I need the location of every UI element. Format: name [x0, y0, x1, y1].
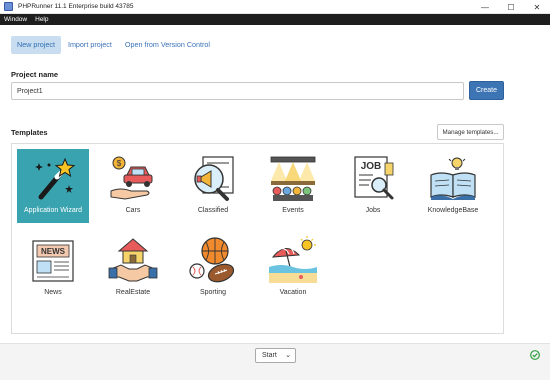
title-bar: PHPRunner 11.1 Enterprise build 43785 — …: [0, 0, 550, 14]
template-label: Classified: [197, 207, 229, 214]
template-label: Sporting: [199, 289, 227, 296]
tab-new-project[interactable]: New project: [11, 36, 61, 54]
template-realestate[interactable]: RealEstate: [97, 231, 169, 305]
magic-wand-icon: [35, 157, 76, 200]
stage-icon: [270, 156, 316, 201]
minimize-button[interactable]: —: [472, 0, 498, 14]
start-select-value: Start: [262, 352, 277, 359]
chevron-down-icon: ⌄: [285, 352, 291, 359]
newspaper-icon: NEWS: [32, 240, 74, 282]
template-news[interactable]: NEWS News: [17, 231, 89, 305]
tab-open-from-vcs[interactable]: Open from Version Control: [119, 36, 216, 54]
megaphone-icon: [194, 156, 234, 201]
tab-import-project[interactable]: Import project: [62, 36, 118, 54]
template-label: Jobs: [365, 207, 381, 214]
template-label: KnowledgeBase: [427, 207, 479, 214]
window-controls: — ☐ ✕: [472, 0, 550, 14]
menu-window[interactable]: Window: [0, 16, 31, 23]
template-label: Application Wizard: [24, 207, 82, 214]
template-label: Vacation: [279, 289, 307, 296]
template-cars[interactable]: $ Cars: [97, 149, 169, 223]
template-label: Events: [282, 207, 304, 214]
start-select[interactable]: Start ⌄: [255, 348, 296, 363]
project-name-field[interactable]: [11, 82, 464, 100]
check-circle-icon: [530, 350, 540, 360]
project-name-label: Project name: [11, 70, 59, 79]
open-book-icon: [430, 157, 476, 200]
template-events[interactable]: Events: [257, 149, 329, 223]
main-panel: New project Import project Open from Ver…: [0, 25, 550, 343]
project-tabs: New project Import project Open from Ver…: [11, 36, 217, 54]
maximize-button[interactable]: ☐: [498, 0, 524, 14]
car-icon: $: [110, 156, 153, 200]
template-label: Cars: [125, 207, 141, 214]
templates-grid: Application Wizard $ Cars Classified Eve…: [11, 143, 504, 334]
svg-text:$: $: [117, 159, 122, 168]
template-sporting[interactable]: Sporting: [177, 231, 249, 305]
create-button[interactable]: Create: [469, 81, 504, 100]
job-search-icon: JOB: [354, 156, 394, 200]
template-label: News: [44, 289, 62, 296]
menu-bar: Window Help: [0, 14, 550, 25]
template-label: RealEstate: [115, 289, 151, 296]
house-handshake-icon: [108, 238, 158, 282]
template-application-wizard[interactable]: Application Wizard: [17, 149, 89, 223]
footer-bar: Start ⌄: [0, 343, 550, 380]
app-icon: [4, 2, 13, 11]
templates-label: Templates: [11, 128, 48, 137]
window-title: PHPRunner 11.1 Enterprise build 43785: [18, 3, 134, 10]
svg-text:JOB: JOB: [361, 161, 382, 172]
close-button[interactable]: ✕: [524, 0, 550, 14]
balls-icon: [189, 237, 235, 283]
template-vacation[interactable]: Vacation: [257, 231, 329, 305]
beach-icon: [269, 236, 317, 283]
template-knowledgebase[interactable]: KnowledgeBase: [417, 149, 489, 223]
menu-help[interactable]: Help: [31, 16, 52, 23]
svg-text:NEWS: NEWS: [41, 247, 66, 256]
template-jobs[interactable]: JOB Jobs: [337, 149, 409, 223]
template-classified[interactable]: Classified: [177, 149, 249, 223]
manage-templates-button[interactable]: Manage templates...: [437, 124, 504, 140]
